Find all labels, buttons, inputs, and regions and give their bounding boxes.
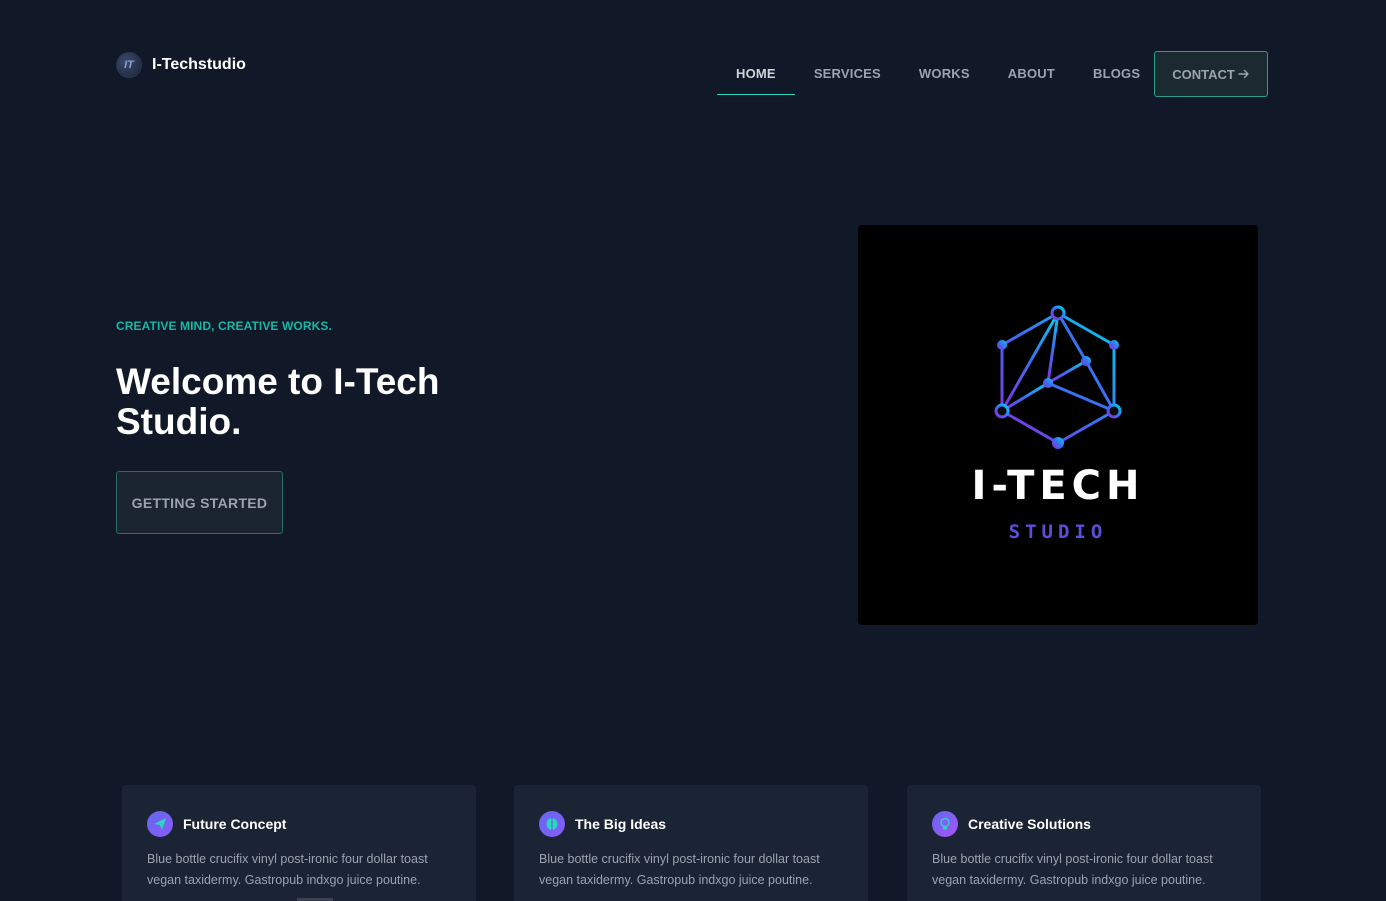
site-header: IT I-Techstudio HOME SERVICES WORKS ABOU… bbox=[0, 0, 1386, 130]
feature-title: Creative Solutions bbox=[968, 816, 1091, 832]
itech-network-logo: I-TECH STUDIO bbox=[971, 305, 1144, 543]
feature-title: Future Concept bbox=[183, 816, 287, 832]
logo-word-main: I-TECH bbox=[971, 463, 1144, 509]
feature-title: The Big Ideas bbox=[575, 816, 667, 832]
nav-item-services[interactable]: SERVICES bbox=[795, 56, 900, 95]
brand-logo-icon: IT bbox=[116, 52, 142, 78]
nav-item-home[interactable]: HOME bbox=[717, 56, 795, 95]
contact-button[interactable]: CONTACT bbox=[1154, 51, 1268, 97]
features-section: Future Concept Blue bottle crucifix viny… bbox=[0, 785, 1386, 901]
feature-card: Future Concept Blue bottle crucifix viny… bbox=[122, 785, 476, 901]
contact-button-label: CONTACT bbox=[1172, 66, 1235, 82]
hero-logo-image: I-TECH STUDIO bbox=[858, 225, 1258, 625]
nav-item-works[interactable]: WORKS bbox=[900, 56, 989, 95]
main-nav: HOME SERVICES WORKS ABOUT BLOGS bbox=[717, 56, 1159, 95]
feature-card: The Big Ideas Blue bottle crucifix vinyl… bbox=[514, 785, 868, 901]
paper-plane-icon bbox=[147, 811, 173, 837]
brand[interactable]: IT I-Techstudio bbox=[116, 52, 246, 78]
hero-title: Welcome to I-Tech Studio. bbox=[116, 361, 440, 442]
feature-text: Blue bottle crucifix vinyl post-ironic f… bbox=[147, 852, 428, 887]
brand-name: I-Techstudio bbox=[152, 56, 246, 73]
lightbulb-icon bbox=[932, 811, 958, 837]
arrow-right-icon bbox=[1238, 69, 1249, 79]
getting-started-button[interactable]: GETTING STARTED bbox=[116, 471, 283, 534]
nav-item-about[interactable]: ABOUT bbox=[989, 56, 1074, 95]
brain-icon bbox=[539, 811, 565, 837]
feature-card: Creative Solutions Blue bottle crucifix … bbox=[907, 785, 1261, 901]
nav-item-blogs[interactable]: BLOGS bbox=[1074, 56, 1159, 95]
hero-tagline: CREATIVE MIND, CREATIVE WORKS. bbox=[116, 319, 332, 333]
logo-word-sub: STUDIO bbox=[1009, 521, 1108, 543]
feature-text: Blue bottle crucifix vinyl post-ironic f… bbox=[932, 852, 1213, 887]
feature-text: Blue bottle crucifix vinyl post-ironic f… bbox=[539, 852, 820, 887]
